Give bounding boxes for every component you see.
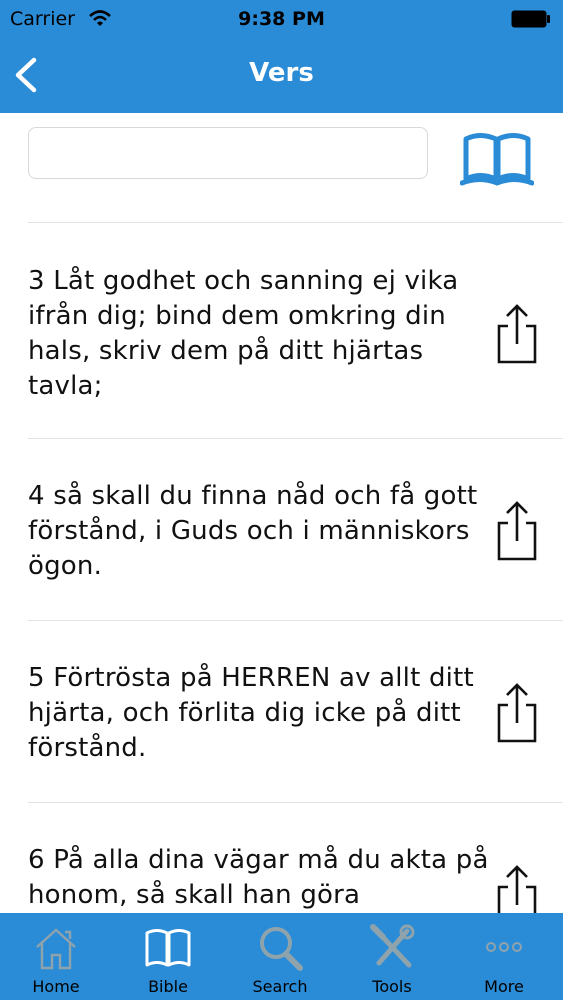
- page-title: Vers: [249, 58, 314, 88]
- tab-label-search: Search: [252, 977, 308, 996]
- share-icon[interactable]: [492, 499, 542, 561]
- tab-bible[interactable]: Bible: [112, 913, 224, 1000]
- tools-icon: [370, 924, 415, 968]
- magnifier-icon: [260, 927, 303, 971]
- book-icon: [145, 929, 191, 967]
- open-book-button[interactable]: [459, 127, 535, 187]
- more-icon: [486, 942, 522, 952]
- navigation-bar: Vers: [0, 40, 563, 113]
- tab-label-tools: Tools: [372, 977, 412, 996]
- status-bar: Carrier 9:38 PM: [0, 0, 563, 40]
- tab-label-home: Home: [32, 977, 80, 996]
- verse-text: 3 Låt godhet och sanning ej vika ifrån d…: [28, 266, 459, 401]
- verse-row[interactable]: 4 så skall du finna nåd och få gott förs…: [28, 438, 563, 621]
- tab-tools[interactable]: Tools: [336, 913, 448, 1000]
- home-icon: [36, 928, 76, 970]
- tab-search[interactable]: Search: [224, 913, 336, 1000]
- battery-icon: [511, 10, 550, 28]
- verse-text: 4 så skall du finna nåd och få gott förs…: [28, 481, 478, 581]
- status-time: 9:38 PM: [238, 8, 325, 30]
- verse-row[interactable]: 3 Låt godhet och sanning ej vika ifrån d…: [28, 222, 563, 439]
- tab-bar: Home Bible Search Tools More: [0, 913, 563, 1000]
- verse-row[interactable]: 5 Förtrösta på HERREN av allt ditt hjärt…: [28, 620, 563, 803]
- share-icon[interactable]: [492, 863, 542, 913]
- verse-row[interactable]: 6 På alla dina vägar må du akta på honom…: [28, 802, 563, 913]
- share-icon[interactable]: [492, 681, 542, 743]
- tab-label-bible: Bible: [148, 977, 188, 996]
- verse-content[interactable]: 3 Låt godhet och sanning ej vika ifrån d…: [0, 113, 563, 913]
- share-icon[interactable]: [492, 302, 542, 364]
- tab-label-more: More: [484, 977, 524, 996]
- search-input[interactable]: [28, 127, 428, 179]
- book-icon: [459, 133, 535, 186]
- verse-text: 6 På alla dina vägar må du akta på honom…: [28, 845, 489, 910]
- tab-home[interactable]: Home: [0, 913, 112, 1000]
- verse-text: 5 Förtrösta på HERREN av allt ditt hjärt…: [28, 663, 474, 763]
- tab-more[interactable]: More: [448, 913, 560, 1000]
